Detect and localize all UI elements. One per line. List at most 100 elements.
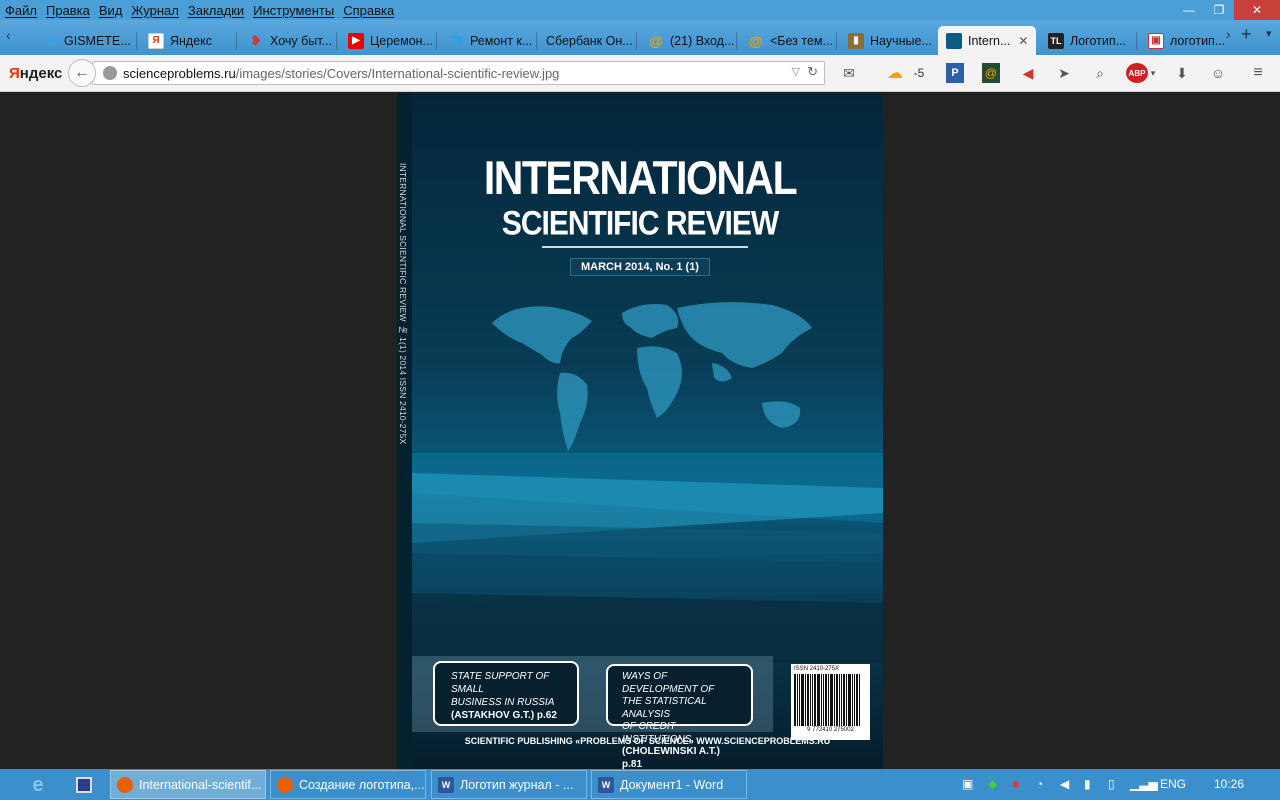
tab-label: Сбербанк Он... <box>546 33 633 48</box>
restore-button[interactable]: ❐ <box>1204 0 1234 20</box>
publisher-footer: SCIENTIFIC PUBLISHING «PROBLEMS OF SCIEN… <box>464 736 831 746</box>
tab-label: логотип... <box>1170 33 1226 48</box>
menu-bookmarks[interactable]: Закладки <box>188 3 244 18</box>
tray-security-icon[interactable]: ■ <box>1012 777 1019 791</box>
barcode-bar <box>807 674 809 726</box>
tab-close-icon[interactable]: ✕ <box>1018 34 1028 48</box>
barcode-bar <box>848 674 851 726</box>
barcode-bar <box>854 674 855 726</box>
save-floppy-icon[interactable] <box>72 773 96 797</box>
tab-international-active[interactable]: Intern... ✕ <box>938 26 1036 55</box>
tab-nauchnye[interactable]: ▮ Научные... <box>840 26 935 55</box>
bird-icon: ◥ <box>450 32 462 48</box>
menu-view[interactable]: Вид <box>99 3 123 18</box>
light-streaks-graphic <box>412 453 883 663</box>
weather-icon[interactable]: ☁ <box>882 63 908 83</box>
firefox-icon <box>277 776 293 793</box>
barcode-bar <box>810 674 811 726</box>
language-indicator[interactable]: ENG <box>1160 777 1186 791</box>
menu-help[interactable]: Справка <box>343 3 394 18</box>
barcode-bar <box>841 674 842 726</box>
barcode: ISSN 2410-275X 9 772410 275002 <box>791 664 870 740</box>
tray-volume-icon[interactable]: ◀ <box>1060 777 1069 791</box>
tab-yandex[interactable]: Я Яндекс <box>140 26 235 55</box>
chat-icon[interactable]: ☺ <box>1208 63 1228 83</box>
taskbar-item-label: Документ1 - Word <box>620 777 724 792</box>
adblock-icon[interactable]: ABP <box>1126 63 1148 83</box>
article-box-1: STATE SUPPORT OF SMALL BUSINESS IN RUSSI… <box>433 661 579 726</box>
clock[interactable]: 10:26 <box>1214 777 1244 791</box>
tray-power-icon[interactable]: ▮ <box>1084 777 1091 791</box>
tab-mail-inbox[interactable]: @ (21) Вход... <box>640 26 735 55</box>
barcode-bar <box>799 674 800 726</box>
send-icon[interactable]: ➤ <box>1054 63 1074 83</box>
reload-icon[interactable]: ↻ <box>807 64 818 80</box>
tab-divider <box>136 32 137 50</box>
speaker-icon[interactable]: ◀ <box>1018 63 1038 83</box>
tray-signal-icon[interactable]: ▁▃▅ <box>1130 777 1158 791</box>
barcode-bar <box>801 674 804 726</box>
menu-edit[interactable]: Правка <box>46 3 90 18</box>
ie-icon[interactable]: e <box>26 773 50 797</box>
tab-label: GISMETE... <box>64 33 131 48</box>
barcode-bar <box>797 674 798 726</box>
tab-label: Церемон... <box>370 33 433 48</box>
menu-tools[interactable]: Инструменты <box>253 3 334 18</box>
article1-line2: BUSINESS IN RUSSIA <box>451 697 555 708</box>
barcode-bar <box>823 674 824 726</box>
new-tab-icon[interactable]: + <box>1241 24 1252 45</box>
tab-remont[interactable]: ◥ Ремонт к... <box>440 26 535 55</box>
url-dropdown-icon[interactable]: ▽ <box>792 65 800 78</box>
tray-app-icon[interactable]: ▣ <box>962 777 973 791</box>
taskbar-item-firefox-2[interactable]: Создание логотипа,... <box>270 770 426 799</box>
tab-list-icon[interactable]: ▾ <box>1266 27 1272 40</box>
tab-logotip[interactable]: TL Логотип... <box>1040 26 1135 55</box>
tab-divider <box>836 32 837 50</box>
tray-network-icon[interactable]: ◔ <box>1036 777 1043 791</box>
search-icon[interactable]: ⌕ <box>1090 63 1110 83</box>
download-icon[interactable]: ⬇ <box>1172 63 1192 83</box>
extension-p-icon[interactable]: P <box>946 63 964 83</box>
tab-scroll-right-icon[interactable]: › <box>1226 26 1231 42</box>
back-button[interactable]: ← <box>68 59 96 87</box>
barcode-bar <box>817 674 820 726</box>
tab-mail-notheme[interactable]: @ <Без тем... <box>740 26 835 55</box>
barcode-bar <box>836 674 838 726</box>
globe-icon <box>103 66 117 80</box>
tab-logotip-image[interactable]: ▣ логотип... <box>1140 26 1230 55</box>
menu-hamburger-icon[interactable]: ≡ <box>1248 63 1268 83</box>
minimize-button[interactable]: — <box>1174 0 1204 20</box>
article2-author: (CHOLEWINSKI A.T.) p.81 <box>622 746 720 769</box>
adblock-dropdown-icon[interactable]: ▾ <box>1148 63 1158 83</box>
world-map-graphic <box>492 302 812 451</box>
menu-file[interactable]: Файл <box>5 3 37 18</box>
taskbar-item-word-1[interactable]: W Логотип журнал - ... <box>431 770 587 799</box>
tab-divider <box>236 32 237 50</box>
yandex-logo[interactable]: Яндекс <box>9 65 62 82</box>
tab-hochu[interactable]: ❥ Хочу быт... <box>240 26 335 55</box>
cover-thumb-icon <box>946 32 962 49</box>
taskbar-item-firefox-1[interactable]: International-scientif... <box>110 770 266 799</box>
address-bar[interactable]: scienceproblems.ru/images/stories/Covers… <box>92 61 825 85</box>
extension-at-icon[interactable]: @ <box>982 63 1000 83</box>
barcode-bar <box>846 674 847 726</box>
tab-scroll-left-icon[interactable]: ‹ <box>6 27 11 43</box>
barcode-bars <box>794 674 867 726</box>
mail-notify-icon[interactable]: ✉ <box>840 63 858 83</box>
journal-cover-image: INTERNATIONAL SCIENTIFIC REVIEW № 1(1) 2… <box>397 93 883 769</box>
tray-device-icon[interactable]: ▯ <box>1108 777 1115 791</box>
tab-label: (21) Вход... <box>670 33 735 48</box>
title-underline <box>542 246 748 248</box>
barcode-bar <box>825 674 827 726</box>
weather-temp: -5 <box>913 66 925 80</box>
taskbar-item-word-2[interactable]: W Документ1 - Word <box>591 770 747 799</box>
gismeteo-icon <box>48 35 58 46</box>
yandex-icon: Я <box>148 32 164 49</box>
tab-youtube[interactable]: ▶ Церемон... <box>340 26 435 55</box>
tab-gismeteo[interactable]: GISMETE... <box>40 26 135 55</box>
tl-icon: TL <box>1048 32 1064 49</box>
menu-history[interactable]: Журнал <box>131 3 178 18</box>
tray-shield-icon[interactable]: ◆ <box>988 777 997 791</box>
close-window-button[interactable]: ✕ <box>1234 0 1280 20</box>
tab-sberbank[interactable]: Сбербанк Он... <box>540 26 635 55</box>
